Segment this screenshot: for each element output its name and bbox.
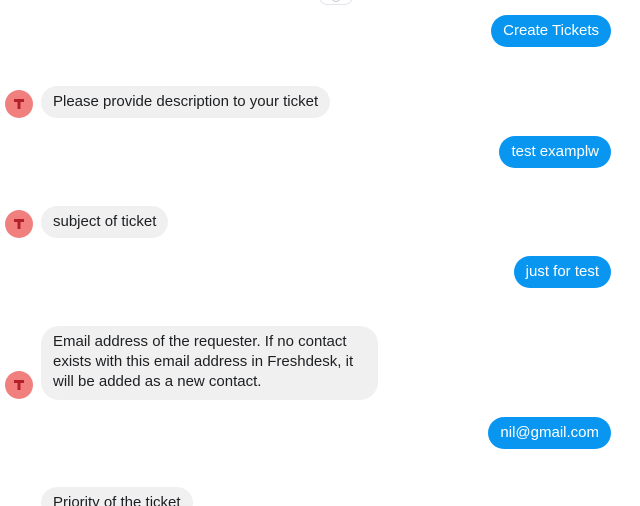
loading-icon [331,0,341,2]
outgoing-message: just for test [513,256,611,288]
incoming-message: Please provide description to your ticke… [41,86,331,118]
outgoing-message: Create Tickets [491,15,611,47]
scroll-indicator[interactable] [319,0,353,5]
incoming-message: Priority of the ticket [41,487,193,506]
chat-thread: Create Tickets Please provide descriptio… [0,0,640,506]
incoming-message: subject of ticket [41,206,169,238]
incoming-message: Email address of the requester. If no co… [41,326,378,400]
bot-avatar-icon [5,210,33,238]
outgoing-message: nil@gmail.com [488,417,611,449]
outgoing-message: test examplw [499,136,611,168]
bot-avatar-icon [5,371,33,399]
bot-avatar-icon [5,90,33,118]
